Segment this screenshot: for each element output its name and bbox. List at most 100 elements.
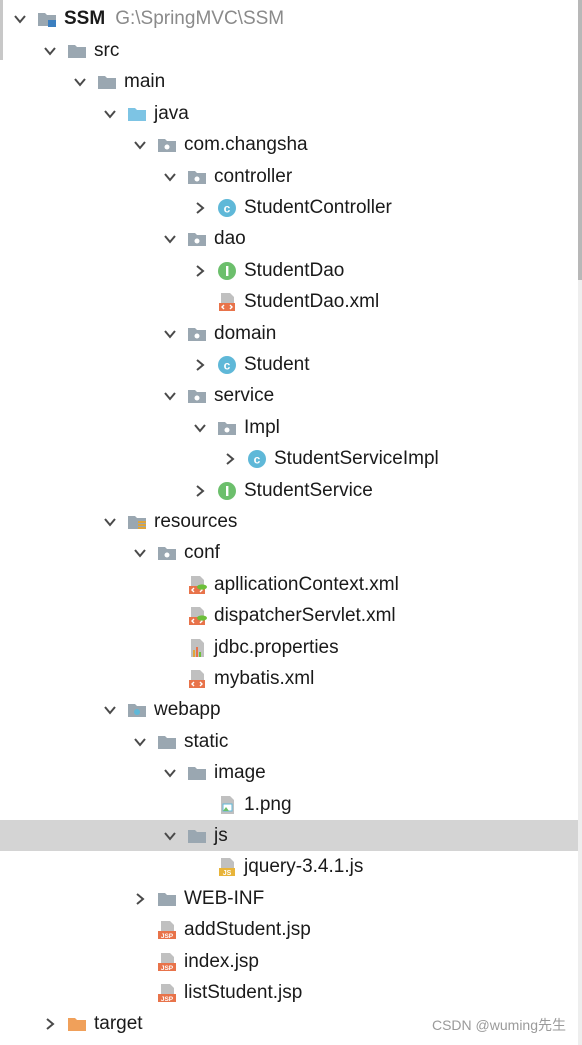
tree-row-main[interactable]: main: [0, 66, 582, 97]
chevron-down-icon[interactable]: [162, 326, 178, 342]
scrollbar-track[interactable]: [578, 0, 582, 1045]
chevron-down-icon[interactable]: [162, 765, 178, 781]
tree-row-apllicationcontext-xml[interactable]: apllicationContext.xml: [0, 569, 582, 600]
js-file-icon: JS: [216, 856, 238, 878]
folder-icon: [156, 888, 178, 910]
tree-row-studentserviceimpl[interactable]: c StudentServiceImpl: [0, 443, 582, 474]
tree-row-index-jsp[interactable]: JSP index.jsp: [0, 946, 582, 977]
tree-row-web-inf[interactable]: WEB-INF: [0, 883, 582, 914]
package-icon: [216, 417, 238, 439]
package-icon: [186, 166, 208, 188]
tree-row-conf[interactable]: conf: [0, 537, 582, 568]
tree-row-dispatcherservlet-xml[interactable]: dispatcherServlet.xml: [0, 600, 582, 631]
scrollbar-thumb[interactable]: [578, 0, 582, 280]
folder-icon: [66, 40, 88, 62]
chevron-right-icon[interactable]: [132, 891, 148, 907]
tree-item-label: jquery-3.4.1.js: [244, 856, 364, 877]
chevron-down-icon[interactable]: [132, 137, 148, 153]
tree-row-1-png[interactable]: 1.png: [0, 789, 582, 820]
chevron-down-icon[interactable]: [72, 74, 88, 90]
tree-row-service[interactable]: service: [0, 380, 582, 411]
svg-text:JSP: JSP: [161, 965, 174, 972]
tree-row-studentdao-xml[interactable]: StudentDao.xml: [0, 286, 582, 317]
package-icon: [186, 323, 208, 345]
tree-row-studentcontroller[interactable]: c StudentController: [0, 192, 582, 223]
tree-item-label: dao: [214, 228, 246, 249]
tree-row-student[interactable]: c Student: [0, 349, 582, 380]
tree-item-label: addStudent.jsp: [184, 919, 311, 940]
tree-row-studentdao[interactable]: StudentDao: [0, 255, 582, 286]
tree-row-jquery-3-4-1-js[interactable]: JS jquery-3.4.1.js: [0, 851, 582, 882]
tree-item-label: controller: [214, 166, 293, 187]
tree-row-js[interactable]: js: [0, 820, 582, 851]
tree-row-java[interactable]: java: [0, 98, 582, 129]
chevron-right-icon[interactable]: [222, 451, 238, 467]
class-icon: c: [216, 354, 238, 376]
tree-row-project-root[interactable]: SSM G:\SpringMVC\SSM: [0, 3, 582, 34]
tree-row-controller[interactable]: controller: [0, 161, 582, 192]
tree-row-com-changsha[interactable]: com.changsha: [0, 129, 582, 160]
tree-row-impl[interactable]: Impl: [0, 412, 582, 443]
jsp-file-icon: JSP: [156, 919, 178, 941]
tree-item-label: com.changsha: [184, 134, 308, 155]
xml-file-icon: [186, 668, 208, 690]
chevron-down-icon[interactable]: [162, 231, 178, 247]
chevron-right-icon[interactable]: [192, 483, 208, 499]
chevron-down-icon[interactable]: [162, 828, 178, 844]
tree-row-static[interactable]: static: [0, 726, 582, 757]
tree-row-liststudent-jsp[interactable]: JSP listStudent.jsp: [0, 977, 582, 1008]
interface-icon: [216, 260, 238, 282]
watermark: CSDN @wuming先生: [431, 1017, 566, 1033]
tree-item-label: static: [184, 731, 229, 752]
chevron-right-icon[interactable]: [42, 1016, 58, 1032]
tree-row-image[interactable]: image: [0, 757, 582, 788]
chevron-down-icon[interactable]: [12, 11, 28, 27]
svg-text:JS: JS: [223, 870, 232, 877]
folder-icon: [186, 825, 208, 847]
spring-xml-icon: [186, 605, 208, 627]
tree-item-label: js: [214, 825, 228, 846]
chevron-down-icon[interactable]: [162, 169, 178, 185]
tree-row-jdbc-properties[interactable]: jdbc.properties: [0, 632, 582, 663]
image-file-icon: [216, 794, 238, 816]
chevron-down-icon[interactable]: [192, 420, 208, 436]
class-icon: c: [246, 448, 268, 470]
jsp-file-icon: JSP: [156, 982, 178, 1004]
chevron-down-icon[interactable]: [132, 545, 148, 561]
tree-item-label: index.jsp: [184, 951, 259, 972]
chevron-down-icon[interactable]: [132, 734, 148, 750]
package-icon: [186, 228, 208, 250]
tree-row-resources[interactable]: resources: [0, 506, 582, 537]
chevron-down-icon[interactable]: [102, 514, 118, 530]
chevron-right-icon[interactable]: [192, 200, 208, 216]
tree-row-dao[interactable]: dao: [0, 223, 582, 254]
tree-item-label: dispatcherServlet.xml: [214, 605, 396, 626]
tree-item-label: StudentDao.xml: [244, 291, 380, 312]
tree-item-label: mybatis.xml: [214, 668, 315, 689]
tree-row-addstudent-jsp[interactable]: JSP addStudent.jsp: [0, 914, 582, 945]
tree-row-src[interactable]: src: [0, 35, 582, 66]
tree-item-label: StudentController: [244, 197, 392, 218]
chevron-down-icon[interactable]: [102, 106, 118, 122]
tree-row-mybatis-xml[interactable]: mybatis.xml: [0, 663, 582, 694]
tree-item-label: webapp: [154, 699, 221, 720]
svg-text:c: c: [224, 201, 231, 215]
chevron-right-icon[interactable]: [192, 357, 208, 373]
web-folder-icon: [126, 699, 148, 721]
folder-icon: [96, 71, 118, 93]
tree-item-label: WEB-INF: [184, 888, 265, 909]
tree-row-webapp[interactable]: webapp: [0, 694, 582, 725]
tree-item-label: Impl: [244, 417, 280, 438]
tree-item-label: service: [214, 385, 275, 406]
chevron-right-icon[interactable]: [192, 263, 208, 279]
tree-item-label: src: [94, 40, 120, 61]
tree-row-domain[interactable]: domain: [0, 318, 582, 349]
tree-row-studentservice[interactable]: StudentService: [0, 475, 582, 506]
chevron-down-icon[interactable]: [42, 43, 58, 59]
chevron-down-icon[interactable]: [102, 702, 118, 718]
chevron-down-icon[interactable]: [162, 388, 178, 404]
tree-item-label: image: [214, 762, 266, 783]
